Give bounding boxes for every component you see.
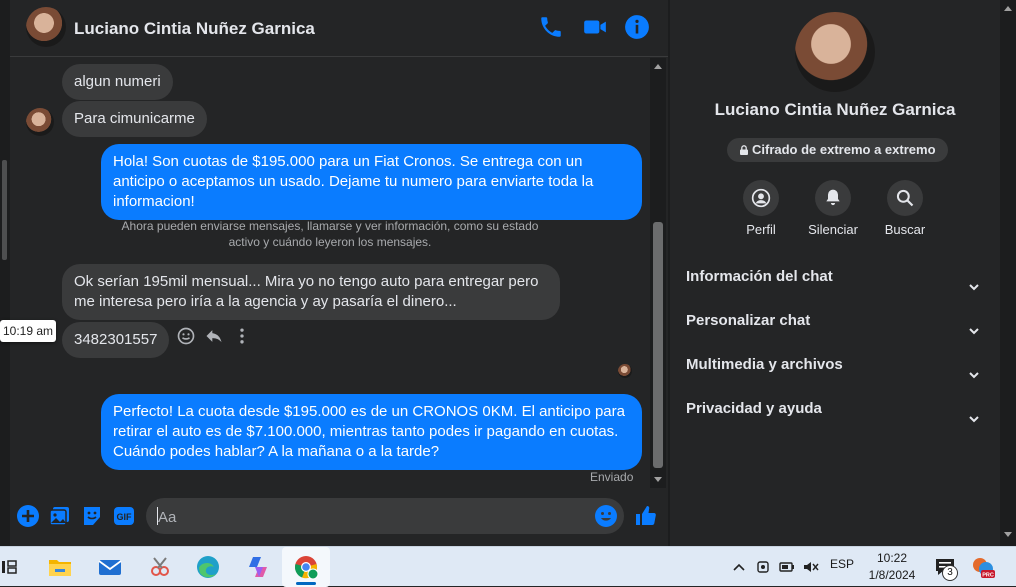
- emoji-icon[interactable]: [594, 504, 618, 528]
- scroll-up-arrow[interactable]: [1004, 6, 1012, 11]
- edge-browser-icon[interactable]: [194, 553, 222, 581]
- chevron-down-icon: [968, 315, 980, 335]
- system-clock[interactable]: 10:22 1/8/2024: [862, 550, 922, 584]
- section-privacy-help[interactable]: Privacidad y ayuda: [686, 391, 986, 427]
- messenger-window: Luciano Cintia Nuñez Garnica algun numer…: [0, 0, 1016, 546]
- outgoing-message[interactable]: Perfecto! La cuota desde $195.000 es de …: [101, 394, 642, 470]
- snipping-tool-icon[interactable]: [146, 553, 174, 581]
- profile-action[interactable]: Perfil: [721, 180, 801, 237]
- scroll-up-arrow[interactable]: [654, 64, 662, 69]
- reply-icon[interactable]: [204, 326, 224, 346]
- meet-now-icon[interactable]: [756, 559, 770, 575]
- message-input[interactable]: [158, 507, 558, 527]
- photo-gallery-icon[interactable]: [48, 504, 72, 528]
- profile-avatar[interactable]: [795, 12, 875, 92]
- input-language[interactable]: ESP: [830, 557, 854, 571]
- encryption-label: Cifrado de extremo a extremo: [752, 142, 936, 157]
- section-label: Multimedia y archivos: [686, 356, 843, 373]
- left-scrollbar-thumb[interactable]: [2, 160, 7, 260]
- gif-icon[interactable]: GIF: [112, 504, 136, 528]
- incoming-message[interactable]: algun numeri: [62, 64, 173, 100]
- section-label: Privacidad y ayuda: [686, 400, 822, 417]
- info-icon[interactable]: [624, 14, 650, 40]
- bell-icon[interactable]: [815, 180, 851, 216]
- lock-icon: [740, 145, 748, 155]
- section-label: Personalizar chat: [686, 312, 811, 329]
- encryption-badge[interactable]: Cifrado de extremo a extremo: [727, 138, 948, 162]
- gif-label: GIF: [117, 512, 133, 522]
- section-label: Información del chat: [686, 268, 833, 285]
- svg-text:PRC: PRC: [982, 573, 994, 579]
- chat-scrollbar-thumb[interactable]: [653, 222, 663, 468]
- speaker-muted-icon[interactable]: [802, 559, 820, 575]
- section-customize-chat[interactable]: Personalizar chat: [686, 303, 986, 339]
- sticker-icon[interactable]: [80, 504, 104, 528]
- notification-count-badge: 3: [942, 565, 958, 581]
- search-action[interactable]: Buscar: [865, 180, 945, 237]
- search-action-label: Buscar: [884, 222, 926, 237]
- chevron-up-icon[interactable]: [732, 561, 746, 573]
- chevron-down-icon: [968, 359, 980, 379]
- video-camera-icon[interactable]: [582, 14, 608, 40]
- mute-action[interactable]: Silenciar: [793, 180, 873, 237]
- chat-scrollbar[interactable]: [650, 58, 666, 488]
- active-app-indicator: [296, 582, 316, 585]
- conversation-info-panel: Luciano Cintia Nuñez Garnica Cifrado de …: [670, 0, 1000, 546]
- right-scrollbar[interactable]: [1000, 0, 1016, 546]
- thumbs-up-icon[interactable]: [634, 504, 658, 528]
- seen-receipt-avatar: [618, 364, 632, 378]
- scroll-down-arrow[interactable]: [654, 477, 662, 482]
- more-options-icon[interactable]: [232, 326, 252, 346]
- react-emoji-icon[interactable]: [176, 326, 196, 346]
- copilot-icon[interactable]: [244, 553, 272, 581]
- chrome-icon: [295, 556, 319, 580]
- outgoing-message[interactable]: Hola! Son cuotas de $195.000 para un Fia…: [101, 144, 642, 220]
- chevron-down-icon: [968, 403, 980, 423]
- encryption-notice: Ahora pueden enviarse mensajes, llamarse…: [121, 219, 539, 249]
- clock-date: 1/8/2024: [868, 568, 916, 582]
- section-media-files[interactable]: Multimedia y archivos: [686, 347, 986, 383]
- contact-name[interactable]: Luciano Cintia Nuñez Garnica: [74, 19, 315, 39]
- incoming-message[interactable]: 3482301557: [62, 322, 170, 358]
- incoming-message[interactable]: Ok serían 195mil mensual... Mira yo no t…: [62, 264, 560, 320]
- file-explorer-icon[interactable]: [46, 553, 74, 581]
- contact-avatar-small: [26, 108, 54, 136]
- profile-icon[interactable]: [743, 180, 779, 216]
- task-view-icon[interactable]: [0, 553, 20, 581]
- chat-header: Luciano Cintia Nuñez Garnica: [10, 0, 668, 57]
- section-chat-info[interactable]: Información del chat: [686, 259, 986, 295]
- message-timestamp-tooltip: 10:19 am: [0, 320, 57, 342]
- profile-action-label: Perfil: [746, 222, 776, 237]
- phone-icon[interactable]: [538, 14, 564, 40]
- search-icon[interactable]: [887, 180, 923, 216]
- windows-taskbar: ESP 10:22 1/8/2024 3 PRC: [0, 546, 1016, 587]
- message-composer: GIF: [10, 490, 668, 546]
- chrome-taskbar-button[interactable]: [282, 547, 330, 587]
- contact-avatar[interactable]: [26, 7, 66, 47]
- chevron-down-icon: [968, 271, 980, 291]
- scroll-down-arrow[interactable]: [1004, 532, 1012, 537]
- weather-widget-icon[interactable]: PRC: [970, 555, 996, 581]
- message-input-box[interactable]: [146, 498, 624, 534]
- sent-status: Enviado: [590, 470, 634, 484]
- battery-icon[interactable]: [778, 559, 796, 575]
- mail-icon[interactable]: [96, 553, 124, 581]
- incoming-message[interactable]: Para cimunicarme: [62, 101, 207, 137]
- message-list: algun numeri Para cimunicarme Hola! Son …: [0, 58, 650, 488]
- left-scrollbar[interactable]: [0, 0, 10, 546]
- profile-name: Luciano Cintia Nuñez Garnica: [714, 100, 956, 119]
- plus-icon[interactable]: [16, 504, 40, 528]
- clock-time: 10:22: [876, 551, 908, 565]
- mute-action-label: Silenciar: [808, 222, 858, 237]
